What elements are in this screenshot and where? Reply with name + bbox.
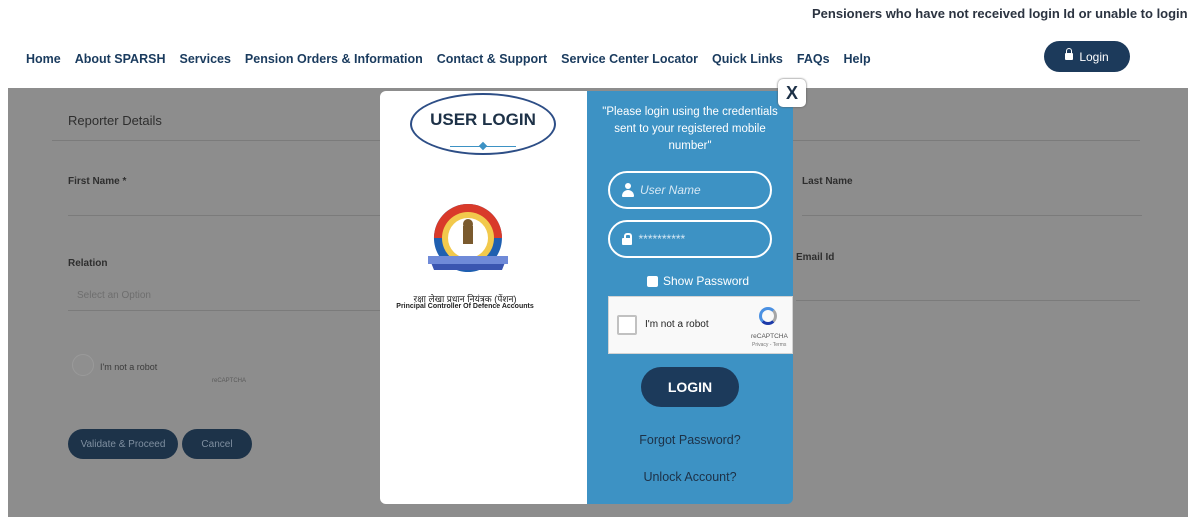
recaptcha-terms-link[interactable]: Privacy - Terms [752, 342, 786, 348]
bg-captcha-brand: reCAPTCHA [212, 378, 247, 384]
bg-relation-select[interactable]: Select an Option [77, 290, 151, 301]
recaptcha-label: I'm not a robot [645, 319, 709, 330]
nav-item-pension-orders[interactable]: Pension Orders & Information [245, 52, 423, 66]
nav-item-service-center[interactable]: Service Center Locator [561, 52, 698, 66]
login-instruction-note: "Please login using the credentials sent… [602, 106, 778, 152]
nav-item-help[interactable]: Help [844, 52, 871, 66]
recaptcha-widget: I'm not a robot reCAPTCHA Privacy - Term… [608, 296, 793, 354]
recaptcha-logo-icon [759, 307, 777, 325]
user-icon [622, 183, 634, 197]
bg-captcha-checkbox[interactable] [72, 354, 94, 376]
bg-last-name-label: Last Name [802, 176, 853, 187]
nav-item-faqs[interactable]: FAQs [797, 52, 830, 66]
nav-item-contact[interactable]: Contact & Support [437, 52, 547, 66]
nav-item-home[interactable]: Home [26, 52, 61, 66]
bg-captcha-label: I'm not a robot [100, 362, 158, 372]
username-input[interactable] [640, 183, 760, 197]
forgot-password-link[interactable]: Forgot Password? [600, 433, 780, 447]
show-password-toggle[interactable]: Show Password [647, 274, 749, 288]
password-input[interactable] [638, 232, 758, 246]
unlock-account-link[interactable]: Unlock Account? [600, 470, 780, 484]
lock-icon [622, 233, 632, 245]
bg-last-name-field[interactable] [802, 215, 1142, 216]
nav-item-about[interactable]: About SPARSH [75, 52, 166, 66]
news-ticker: Pensioners who have not received login I… [812, 6, 1188, 21]
password-field[interactable] [608, 220, 772, 258]
bg-cancel-button[interactable]: Cancel [182, 429, 252, 459]
bg-divider [68, 310, 380, 311]
bg-section-title: Reporter Details [68, 113, 162, 128]
bg-relation-label: Relation [68, 258, 108, 269]
bg-first-name-label: First Name * [68, 176, 127, 187]
close-modal-button[interactable]: X [778, 79, 806, 107]
bg-first-name-field[interactable] [68, 215, 380, 216]
bg-divider [52, 140, 380, 141]
bg-email-field[interactable] [796, 300, 1140, 301]
main-nav: Home About SPARSH Services Pension Order… [26, 52, 885, 66]
nav-item-services[interactable]: Services [179, 52, 230, 66]
org-name-english: Principal Controller Of Defence Accounts [396, 303, 534, 310]
header-login-button[interactable]: Login [1044, 41, 1130, 72]
show-password-label: Show Password [663, 274, 750, 288]
username-field[interactable] [608, 171, 772, 209]
recaptcha-brand: reCAPTCHA [751, 333, 788, 340]
recaptcha-checkbox[interactable] [617, 315, 637, 335]
show-password-checkbox[interactable] [647, 275, 658, 287]
nav-item-quick-links[interactable]: Quick Links [712, 52, 783, 66]
pcda-emblem-logo [428, 204, 508, 272]
header-login-label: Login [1079, 49, 1109, 64]
bg-validate-button[interactable]: Validate & Proceed [68, 429, 178, 459]
modal-title: USER LOGIN [430, 110, 536, 129]
bg-divider [793, 140, 1140, 141]
page: Pensioners who have not received login I… [0, 0, 1188, 517]
bg-email-label: Email Id [796, 252, 835, 263]
login-submit-button[interactable]: LOGIN [641, 367, 739, 407]
lock-icon [1065, 48, 1074, 61]
